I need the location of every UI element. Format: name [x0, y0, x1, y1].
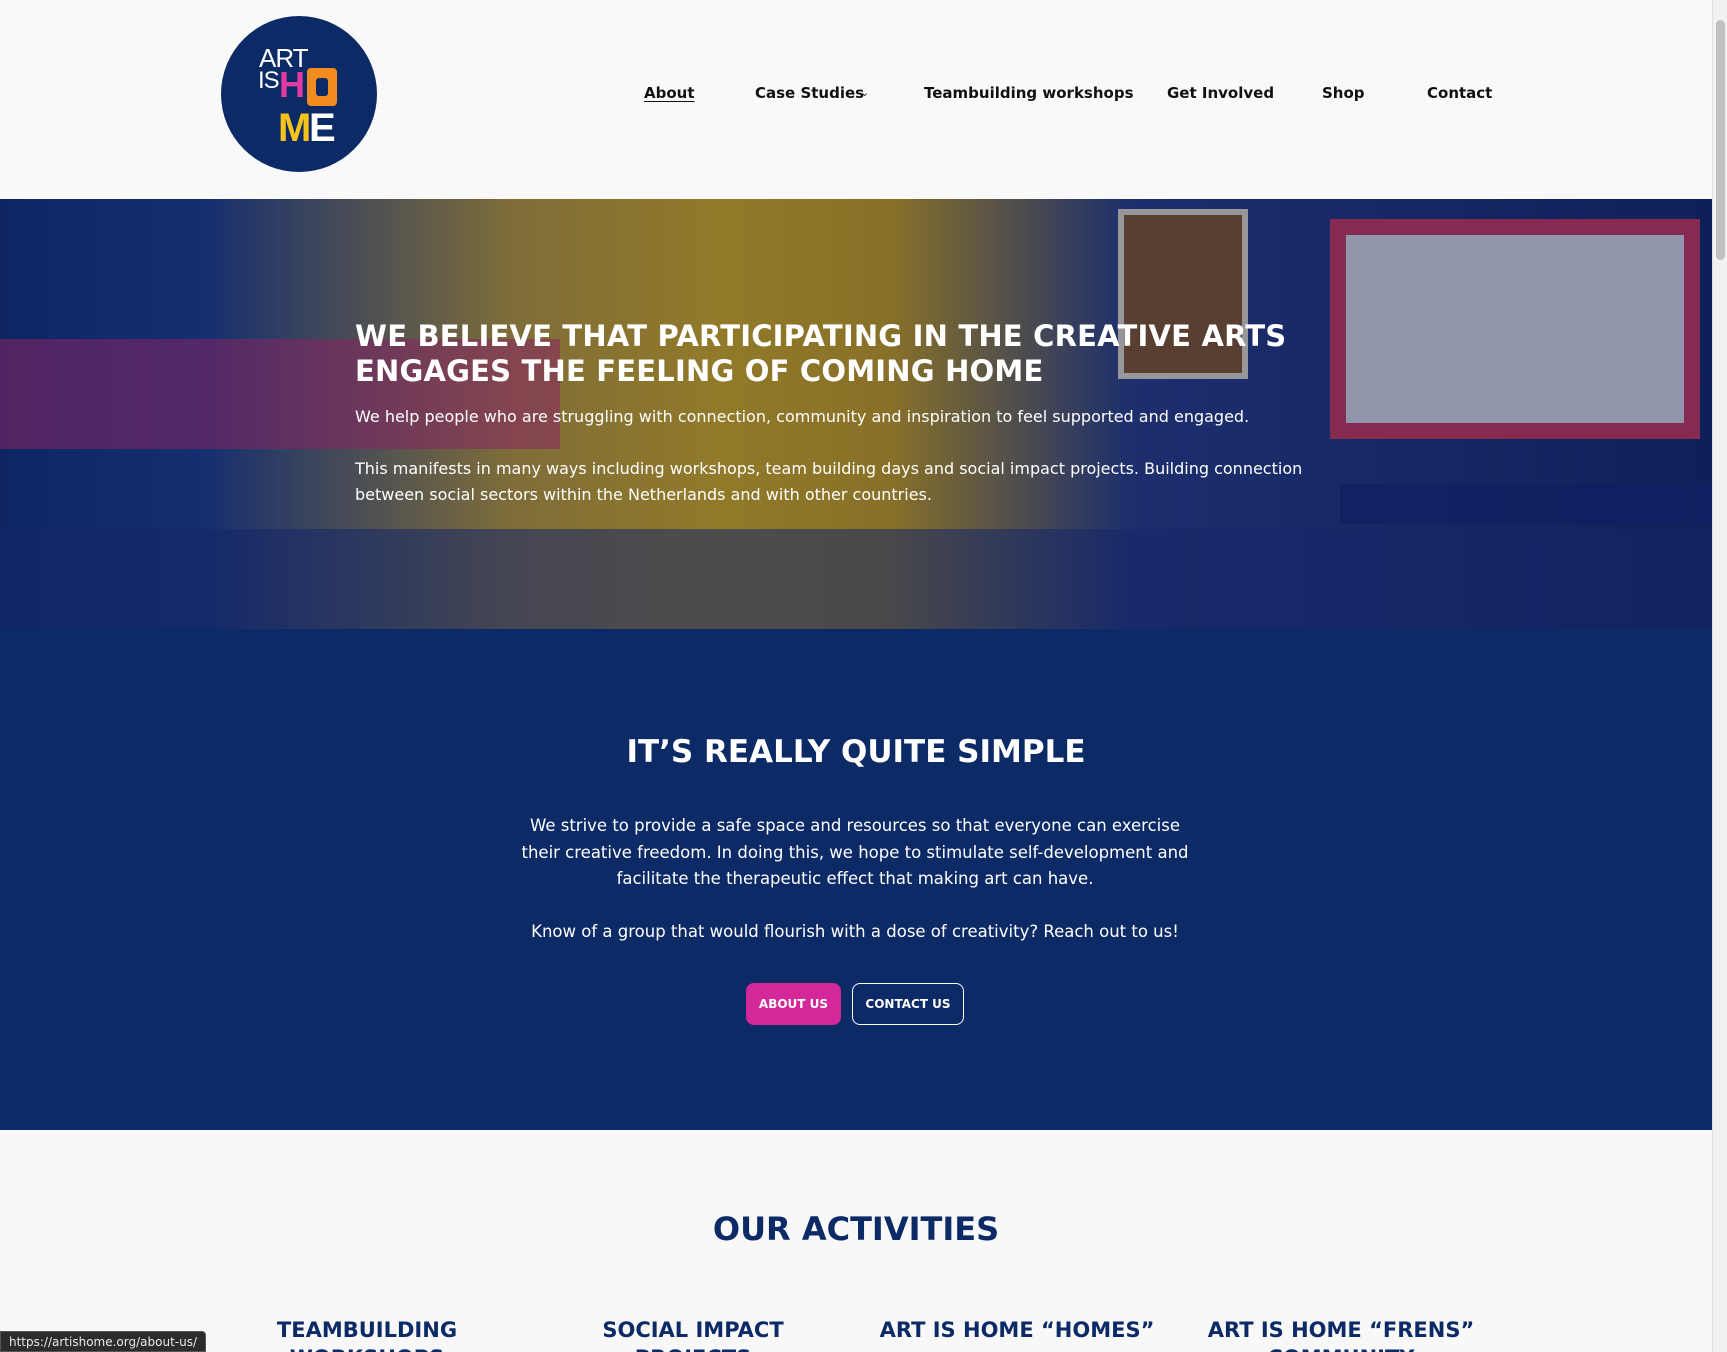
nav-teambuilding-workshops[interactable]: Teambuilding workshops	[924, 84, 1134, 102]
cta-buttons: About us Contact us	[0, 983, 1712, 1027]
art-is-home-logo[interactable]: ART IS H M E	[221, 16, 377, 172]
logo-letter-h: H	[279, 64, 305, 105]
scrollbar-thumb[interactable]	[1716, 20, 1725, 260]
chevron-down-icon[interactable]: ⌄	[860, 86, 869, 99]
nav-shop[interactable]: Shop	[1322, 84, 1365, 102]
about-us-button[interactable]: About us	[746, 983, 841, 1025]
hero-paragraph-2: This manifests in many ways including wo…	[355, 459, 1303, 504]
hero-section: We believe that participating in the cre…	[0, 199, 1712, 629]
activities-title: Our Activities	[712, 1210, 1000, 1248]
hero-content: We believe that participating in the cre…	[355, 319, 1365, 508]
contact-us-button[interactable]: Contact us	[852, 983, 964, 1025]
page-scrollbar[interactable]	[1712, 0, 1727, 1352]
activity-frens-community[interactable]: Art is Home “Frens” Community	[1191, 1316, 1491, 1352]
activity-teambuilding-workshops[interactable]: Teambuilding Workshops	[217, 1316, 517, 1352]
nav-about[interactable]: About	[644, 84, 695, 102]
simple-body: We strive to provide a safe space and re…	[520, 813, 1190, 945]
site-header: ART IS H M E About Case Studies ⌄ Teambu…	[0, 0, 1712, 199]
nav-get-involved[interactable]: Get Involved	[1167, 84, 1274, 102]
simple-paragraph-1: We strive to provide a safe space and re…	[521, 816, 1189, 888]
logo-letter-m: M	[278, 106, 312, 150]
simple-paragraph-2: Know of a group that would flourish with…	[531, 921, 1179, 941]
hero-title: We believe that participating in the cre…	[355, 319, 1287, 388]
logo-text-is: IS	[258, 67, 280, 94]
nav-contact[interactable]: Contact	[1427, 84, 1492, 102]
simple-section: It’s really quite simple We strive to pr…	[0, 629, 1712, 1130]
activity-homes[interactable]: Art is Home “Homes”	[867, 1316, 1167, 1344]
nav-case-studies[interactable]: Case Studies	[755, 84, 864, 102]
activity-social-impact-projects[interactable]: Social Impact Projects	[543, 1316, 843, 1352]
hero-paragraph-1: We help people who are struggling with c…	[355, 407, 1250, 426]
logo-letter-e: E	[309, 106, 336, 150]
activities-section: Our Activities Teambuilding Workshops So…	[0, 1130, 1712, 1352]
simple-title: It’s really quite simple	[626, 734, 1086, 770]
link-status-bar: https://artishome.org/about-us/	[0, 1331, 207, 1352]
logo-letter-o	[307, 68, 337, 106]
